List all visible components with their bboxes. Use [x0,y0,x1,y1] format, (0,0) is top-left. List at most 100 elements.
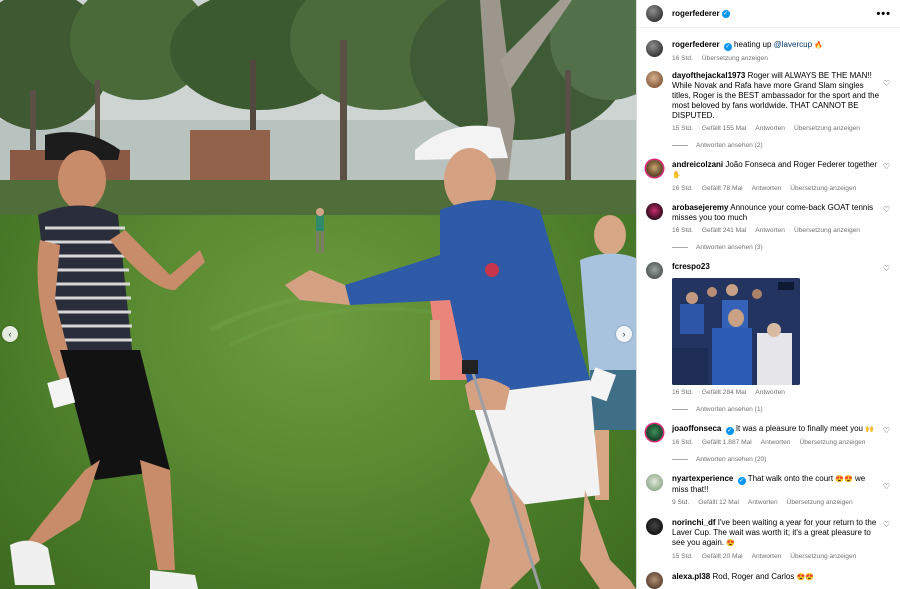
heart-outline-icon[interactable]: ♡ [883,426,890,435]
view-replies-label[interactable]: Antworten ansehen (2) [696,142,763,149]
golfer-left [10,132,205,589]
comment-text: Rod, Roger and Carlos [712,572,795,581]
comment-likes[interactable]: Gefällt 1.887 Mal [702,438,752,448]
commenter-username[interactable]: fcrespo23 [672,262,710,271]
comment-time[interactable]: 16 Std. [672,184,693,194]
commenter-avatar[interactable] [646,474,663,491]
reply-link[interactable]: Antworten [755,124,785,134]
reply-link[interactable]: Antworten [752,552,782,562]
view-replies-link[interactable]: Antworten ansehen (20) [672,456,891,463]
gif-image [672,278,800,385]
view-replies-label[interactable]: Antworten ansehen (1) [696,406,763,413]
comment-likes[interactable]: Gefällt 78 Mal [702,184,743,194]
translate-link[interactable]: Übersetzung anzeigen [790,552,856,562]
heart-outline-icon[interactable]: ♡ [883,205,890,214]
reply-link[interactable]: Antworten [755,226,785,236]
post-photo: ‹ › [0,0,636,589]
comment-time[interactable]: 15 Std. [672,552,693,562]
heart-eyes-emoji: 😍😍 [835,476,853,483]
comment-time[interactable]: 16 Std. [672,388,693,398]
post-sidebar: rogerfederer ✓ ••• rogerfederer ✓ heatin… [636,0,900,589]
translate-link[interactable]: Übersetzung anzeigen [790,184,856,194]
commenter-avatar[interactable] [646,572,663,589]
chevron-left-icon: ‹ [8,329,12,339]
view-replies-label[interactable]: Antworten ansehen (20) [696,456,766,463]
commenter-avatar[interactable] [646,160,663,177]
translate-link[interactable]: Übersetzung anzeigen [794,124,860,134]
comment-gif[interactable] [672,278,800,385]
chevron-right-icon: › [622,329,626,339]
reply-link[interactable]: Antworten [761,438,791,448]
commenter-avatar[interactable] [646,518,663,535]
view-replies-link[interactable]: Antworten ansehen (1) [672,406,891,413]
carousel-prev-button[interactable]: ‹ [2,326,18,342]
replies-divider [672,409,688,410]
verified-badge-icon: ✓ [723,43,732,51]
commenter-username[interactable]: arobasejeremy [672,203,728,212]
commenter-avatar[interactable] [646,203,663,220]
comment-time[interactable]: 15 Std. [672,124,693,134]
verified-badge-icon: ✓ [737,477,746,485]
comment-likes[interactable]: Gefällt 241 Mal [702,226,746,236]
commenter-avatar[interactable] [646,262,663,279]
view-replies-link[interactable]: Antworten ansehen (3) [672,244,891,251]
replies-divider [672,145,688,146]
caption-translate-link[interactable]: Übersetzung anzeigen [702,54,768,64]
comment: joaoffonseca ✓ It was a pleasure to fina… [646,424,891,448]
comment-text: João Fonseca and Roger Federer together [725,160,878,169]
carousel-next-button[interactable]: › [616,326,632,342]
commenter-avatar[interactable] [646,71,663,88]
comment-likes[interactable]: Gefällt 12 Mal [698,498,739,508]
fire-emoji: 🔥 [814,42,823,49]
caption-time[interactable]: 16 Std. [672,54,693,64]
comment-time[interactable]: 16 Std. [672,438,693,448]
comment-time[interactable]: 16 Std. [672,226,693,236]
comments-list: rogerfederer ✓ heating up @lavercup 🔥 16… [637,28,900,589]
commenter-avatar[interactable] [646,424,663,441]
comment-likes[interactable]: Gefällt 155 Mal [702,124,746,134]
author-avatar[interactable] [646,5,663,22]
view-replies-link[interactable]: Antworten ansehen (2) [672,142,891,149]
translate-link[interactable]: Übersetzung anzeigen [794,226,860,236]
caption-avatar[interactable] [646,40,663,57]
reply-link[interactable]: Antworten [752,184,782,194]
view-replies-label[interactable]: Antworten ansehen (3) [696,244,763,251]
comment: dayofthejackal1973 Roger will ALWAYS BE … [646,71,891,134]
translate-link[interactable]: Übersetzung anzeigen [799,438,865,448]
comment: nyartexperience ✓ That walk onto the cou… [646,474,891,508]
commenter-username[interactable]: nyartexperience [672,474,733,483]
commenter-username[interactable]: joaoffonseca [672,424,721,433]
caption: rogerfederer ✓ heating up @lavercup 🔥 16… [646,40,891,64]
caption-username[interactable]: rogerfederer [672,40,720,49]
heart-outline-icon[interactable]: ♡ [883,79,890,88]
more-options-icon[interactable]: ••• [876,8,891,20]
caption-mention-link[interactable]: @lavercup [774,40,812,49]
raised-hands-emoji: 🙌 [865,426,874,433]
comment-likes[interactable]: Gefällt 284 Mal [702,388,746,398]
heart-outline-icon[interactable]: ♡ [883,520,890,529]
heart-outline-icon[interactable]: ♡ [883,264,890,273]
comment: norinchi_df I've been waiting a year for… [646,518,891,562]
heart-outline-icon[interactable]: ♡ [883,482,890,491]
heart-outline-icon[interactable]: ♡ [883,162,890,171]
commenter-username[interactable]: dayofthejackal1973 [672,71,745,80]
commenter-username[interactable]: norinchi_df [672,518,716,527]
verified-badge-icon: ✓ [721,9,730,18]
commenter-username[interactable]: alexa.pl38 [672,572,710,581]
comment: alexa.pl38 Rod, Roger and Carlos 😍😍 [646,572,891,589]
commenter-username[interactable]: andreicolzani [672,160,723,169]
replies-divider [672,247,688,248]
hand-emoji: ✋ [672,172,681,179]
replies-divider [672,459,688,460]
translate-link[interactable]: Übersetzung anzeigen [787,498,853,508]
comment-text: It was a pleasure to finally meet you [735,424,863,433]
comment-time[interactable]: 9 Std. [672,498,689,508]
heart-eyes-emoji: 😍😍 [796,574,814,581]
comment-likes[interactable]: Gefällt 20 Mal [702,552,743,562]
comment-text: That walk onto the court [747,474,834,483]
post-header: rogerfederer ✓ ••• [637,0,900,28]
author-username[interactable]: rogerfederer [672,9,720,18]
reply-link[interactable]: Antworten [755,388,785,398]
golfers-illustration [10,125,636,589]
reply-link[interactable]: Antworten [748,498,778,508]
